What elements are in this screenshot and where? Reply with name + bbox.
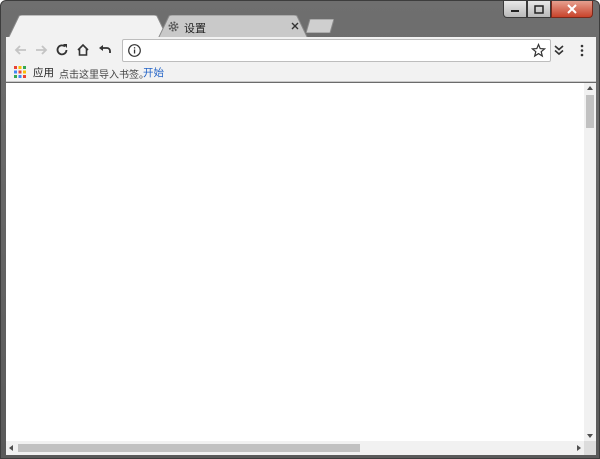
scroll-up-arrow-icon[interactable] xyxy=(587,86,593,90)
tab-settings-label: 设置 xyxy=(184,22,206,35)
home-icon xyxy=(77,43,89,56)
apps-grid-icon[interactable] xyxy=(14,66,26,78)
maximize-button[interactable] xyxy=(527,1,551,18)
vertical-scrollbar[interactable] xyxy=(584,83,596,441)
home-button[interactable] xyxy=(73,40,93,60)
horizontal-scroll-thumb[interactable] xyxy=(18,444,360,452)
import-bookmarks-link[interactable]: 开始 xyxy=(143,65,164,80)
browser-window-frame: 设置 应用 点击这里导入书签。 开始 xyxy=(0,0,600,459)
scroll-down-arrow-icon[interactable] xyxy=(587,434,593,438)
address-bar[interactable] xyxy=(122,39,551,62)
close-icon xyxy=(291,22,299,30)
close-window-button[interactable] xyxy=(551,1,593,18)
reload-button[interactable] xyxy=(52,40,72,60)
apps-label[interactable]: 应用 xyxy=(33,65,54,80)
close-icon xyxy=(567,4,577,14)
forward-button[interactable] xyxy=(31,40,51,60)
scroll-left-arrow-icon[interactable] xyxy=(9,445,13,451)
tab-close-button[interactable] xyxy=(287,18,303,34)
back-arrow-icon xyxy=(14,45,26,55)
menu-button[interactable] xyxy=(572,40,592,60)
scrollbar-corner xyxy=(584,441,596,455)
scroll-right-arrow-icon[interactable] xyxy=(577,445,581,451)
more-vert-icon xyxy=(580,44,584,56)
horizontal-scrollbar[interactable] xyxy=(6,441,584,455)
bookmarks-bar: 应用 点击这里导入书签。 开始 xyxy=(6,64,596,82)
gear-icon xyxy=(168,21,179,32)
minimize-button[interactable] xyxy=(503,1,527,18)
back-button[interactable] xyxy=(11,40,31,60)
forward-arrow-icon xyxy=(36,45,48,55)
vertical-scroll-thumb[interactable] xyxy=(586,95,594,128)
maximize-icon xyxy=(534,4,544,14)
reload-icon xyxy=(56,44,68,56)
star-icon[interactable] xyxy=(531,43,546,58)
double-chevron-icon xyxy=(554,45,564,56)
page-content[interactable] xyxy=(6,83,596,455)
window-caption-buttons xyxy=(503,1,593,18)
info-icon[interactable] xyxy=(127,43,142,58)
new-tab-button[interactable] xyxy=(306,19,334,33)
extensions-button[interactable] xyxy=(549,40,569,60)
browser-toolbar xyxy=(6,37,596,64)
import-bookmarks-prompt: 点击这里导入书签。 xyxy=(59,70,149,81)
address-input[interactable] xyxy=(147,42,517,59)
undo-button[interactable] xyxy=(95,40,115,60)
undo-icon xyxy=(99,45,111,53)
minimize-icon xyxy=(511,10,519,12)
